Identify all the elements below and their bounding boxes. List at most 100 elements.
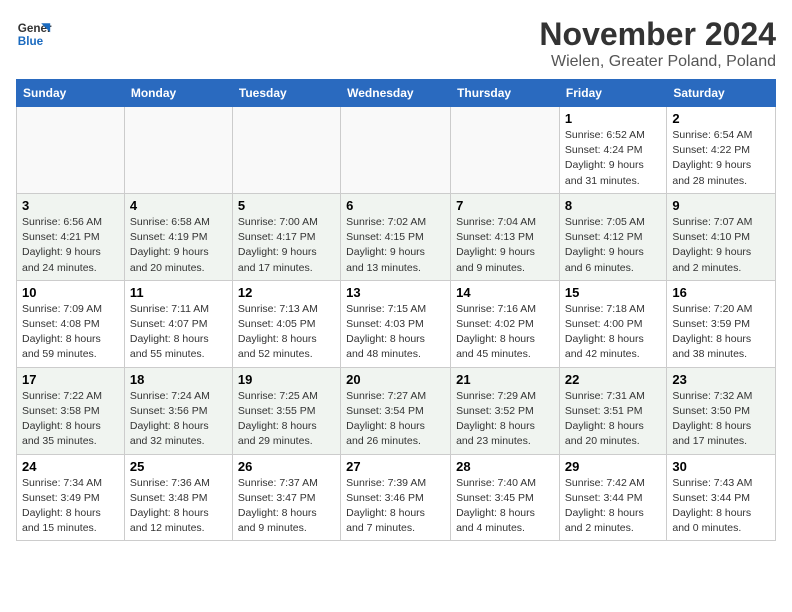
logo: General Blue	[16, 16, 52, 52]
weekday-header-monday: Monday	[124, 80, 232, 107]
day-info: Sunrise: 7:02 AM Sunset: 4:15 PM Dayligh…	[346, 215, 445, 276]
week-row-4: 17 Sunrise: 7:22 AM Sunset: 3:58 PM Dayli…	[17, 367, 776, 454]
day-cell: 2 Sunrise: 6:54 AM Sunset: 4:22 PM Daylig…	[667, 107, 776, 194]
day-info: Sunrise: 7:39 AM Sunset: 3:46 PM Dayligh…	[346, 476, 445, 537]
day-cell: 30 Sunrise: 7:43 AM Sunset: 3:44 PM Dayli…	[667, 454, 776, 541]
title-area: November 2024 Wielen, Greater Poland, Po…	[539, 16, 776, 71]
day-info: Sunrise: 7:36 AM Sunset: 3:48 PM Dayligh…	[130, 476, 227, 537]
day-info: Sunrise: 7:25 AM Sunset: 3:55 PM Dayligh…	[238, 389, 335, 450]
day-cell: 8 Sunrise: 7:05 AM Sunset: 4:12 PM Daylig…	[559, 193, 666, 280]
day-info: Sunrise: 7:11 AM Sunset: 4:07 PM Dayligh…	[130, 302, 227, 363]
day-cell: 18 Sunrise: 7:24 AM Sunset: 3:56 PM Dayli…	[124, 367, 232, 454]
week-row-1: 1 Sunrise: 6:52 AM Sunset: 4:24 PM Daylig…	[17, 107, 776, 194]
day-number: 9	[672, 198, 770, 213]
day-cell: 29 Sunrise: 7:42 AM Sunset: 3:44 PM Dayli…	[559, 454, 666, 541]
day-cell: 16Sunrise: 7:20 AM Sunset: 3:59 PM Dayli…	[667, 280, 776, 367]
day-cell: 17 Sunrise: 7:22 AM Sunset: 3:58 PM Dayli…	[17, 367, 125, 454]
day-info: Sunrise: 7:00 AM Sunset: 4:17 PM Dayligh…	[238, 215, 335, 276]
header: General Blue November 2024 Wielen, Great…	[16, 16, 776, 71]
weekday-header-thursday: Thursday	[451, 80, 560, 107]
day-cell: 19Sunrise: 7:25 AM Sunset: 3:55 PM Dayli…	[232, 367, 340, 454]
day-info: Sunrise: 7:27 AM Sunset: 3:54 PM Dayligh…	[346, 389, 445, 450]
svg-text:Blue: Blue	[18, 35, 44, 48]
day-cell: 14 Sunrise: 7:16 AM Sunset: 4:02 PM Dayli…	[451, 280, 560, 367]
day-number: 18	[130, 372, 227, 387]
day-info: Sunrise: 7:16 AM Sunset: 4:02 PM Dayligh…	[456, 302, 554, 363]
location-title: Wielen, Greater Poland, Poland	[539, 53, 776, 71]
day-number: 30	[672, 459, 770, 474]
day-cell: 6 Sunrise: 7:02 AM Sunset: 4:15 PM Daylig…	[341, 193, 451, 280]
week-row-2: 3 Sunrise: 6:56 AM Sunset: 4:21 PM Daylig…	[17, 193, 776, 280]
day-number: 21	[456, 372, 554, 387]
day-cell: 9 Sunrise: 7:07 AM Sunset: 4:10 PM Daylig…	[667, 193, 776, 280]
day-number: 5	[238, 198, 335, 213]
day-number: 12	[238, 285, 335, 300]
day-cell: 26Sunrise: 7:37 AM Sunset: 3:47 PM Dayli…	[232, 454, 340, 541]
day-cell: 25 Sunrise: 7:36 AM Sunset: 3:48 PM Dayli…	[124, 454, 232, 541]
weekday-header-row: SundayMondayTuesdayWednesdayThursdayFrid…	[17, 80, 776, 107]
day-number: 3	[22, 198, 119, 213]
day-info: Sunrise: 6:54 AM Sunset: 4:22 PM Dayligh…	[672, 128, 770, 189]
day-info: Sunrise: 7:34 AM Sunset: 3:49 PM Dayligh…	[22, 476, 119, 537]
day-number: 2	[672, 111, 770, 126]
day-number: 27	[346, 459, 445, 474]
day-info: Sunrise: 7:05 AM Sunset: 4:12 PM Dayligh…	[565, 215, 661, 276]
day-number: 26	[238, 459, 335, 474]
day-number: 13	[346, 285, 445, 300]
day-number: 6	[346, 198, 445, 213]
logo-icon: General Blue	[16, 16, 52, 52]
day-cell: 3 Sunrise: 6:56 AM Sunset: 4:21 PM Daylig…	[17, 193, 125, 280]
day-cell: 7Sunrise: 7:04 AM Sunset: 4:13 PM Daylig…	[451, 193, 560, 280]
day-cell: 27 Sunrise: 7:39 AM Sunset: 3:46 PM Dayli…	[341, 454, 451, 541]
day-cell	[451, 107, 560, 194]
day-cell	[124, 107, 232, 194]
day-info: Sunrise: 7:43 AM Sunset: 3:44 PM Dayligh…	[672, 476, 770, 537]
day-info: Sunrise: 6:52 AM Sunset: 4:24 PM Dayligh…	[565, 128, 661, 189]
day-number: 7	[456, 198, 554, 213]
calendar-table: SundayMondayTuesdayWednesdayThursdayFrid…	[16, 79, 776, 541]
day-number: 1	[565, 111, 661, 126]
day-info: Sunrise: 6:56 AM Sunset: 4:21 PM Dayligh…	[22, 215, 119, 276]
day-cell: 20 Sunrise: 7:27 AM Sunset: 3:54 PM Dayli…	[341, 367, 451, 454]
day-cell: 10Sunrise: 7:09 AM Sunset: 4:08 PM Dayli…	[17, 280, 125, 367]
day-number: 23	[672, 372, 770, 387]
day-info: Sunrise: 7:15 AM Sunset: 4:03 PM Dayligh…	[346, 302, 445, 363]
day-info: Sunrise: 7:29 AM Sunset: 3:52 PM Dayligh…	[456, 389, 554, 450]
day-info: Sunrise: 6:58 AM Sunset: 4:19 PM Dayligh…	[130, 215, 227, 276]
day-number: 11	[130, 285, 227, 300]
day-number: 24	[22, 459, 119, 474]
day-info: Sunrise: 7:22 AM Sunset: 3:58 PM Dayligh…	[22, 389, 119, 450]
day-cell: 12 Sunrise: 7:13 AM Sunset: 4:05 PM Dayli…	[232, 280, 340, 367]
day-number: 29	[565, 459, 661, 474]
day-cell: 5 Sunrise: 7:00 AM Sunset: 4:17 PM Daylig…	[232, 193, 340, 280]
month-title: November 2024	[539, 16, 776, 53]
day-info: Sunrise: 7:07 AM Sunset: 4:10 PM Dayligh…	[672, 215, 770, 276]
day-info: Sunrise: 7:31 AM Sunset: 3:51 PM Dayligh…	[565, 389, 661, 450]
day-info: Sunrise: 7:42 AM Sunset: 3:44 PM Dayligh…	[565, 476, 661, 537]
week-row-5: 24 Sunrise: 7:34 AM Sunset: 3:49 PM Dayli…	[17, 454, 776, 541]
weekday-header-saturday: Saturday	[667, 80, 776, 107]
day-cell: 4 Sunrise: 6:58 AM Sunset: 4:19 PM Daylig…	[124, 193, 232, 280]
day-number: 4	[130, 198, 227, 213]
day-info: Sunrise: 7:18 AM Sunset: 4:00 PM Dayligh…	[565, 302, 661, 363]
day-info: Sunrise: 7:32 AM Sunset: 3:50 PM Dayligh…	[672, 389, 770, 450]
day-number: 10	[22, 285, 119, 300]
day-number: 8	[565, 198, 661, 213]
day-number: 20	[346, 372, 445, 387]
day-cell: 21 Sunrise: 7:29 AM Sunset: 3:52 PM Dayli…	[451, 367, 560, 454]
weekday-header-friday: Friday	[559, 80, 666, 107]
day-number: 28	[456, 459, 554, 474]
day-info: Sunrise: 7:24 AM Sunset: 3:56 PM Dayligh…	[130, 389, 227, 450]
day-number: 25	[130, 459, 227, 474]
weekday-header-tuesday: Tuesday	[232, 80, 340, 107]
day-number: 15	[565, 285, 661, 300]
weekday-header-sunday: Sunday	[17, 80, 125, 107]
day-cell: 28Sunrise: 7:40 AM Sunset: 3:45 PM Dayli…	[451, 454, 560, 541]
day-number: 14	[456, 285, 554, 300]
day-info: Sunrise: 7:13 AM Sunset: 4:05 PM Dayligh…	[238, 302, 335, 363]
day-cell: 1 Sunrise: 6:52 AM Sunset: 4:24 PM Daylig…	[559, 107, 666, 194]
day-cell: 24 Sunrise: 7:34 AM Sunset: 3:49 PM Dayli…	[17, 454, 125, 541]
day-number: 16	[672, 285, 770, 300]
week-row-3: 10Sunrise: 7:09 AM Sunset: 4:08 PM Dayli…	[17, 280, 776, 367]
day-number: 17	[22, 372, 119, 387]
